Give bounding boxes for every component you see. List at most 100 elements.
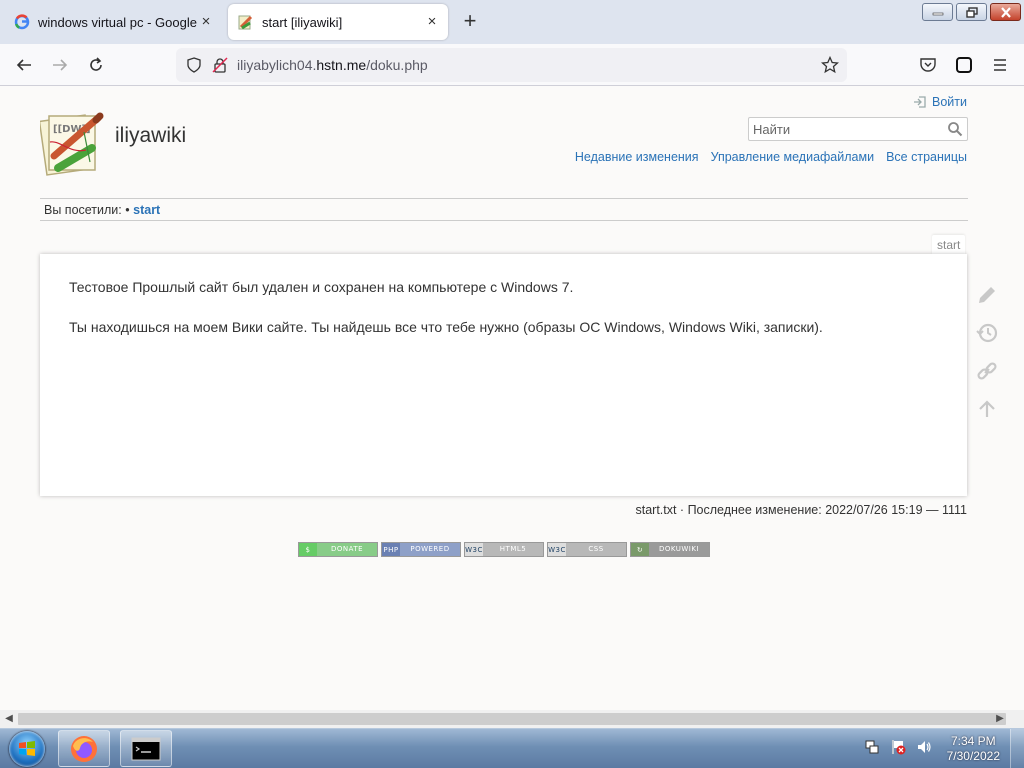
- pencil-icon: [979, 287, 995, 303]
- pocket-icon: [920, 58, 936, 72]
- url-text: iliyabylich04.hstn.me/doku.php: [237, 57, 428, 73]
- breadcrumb-separator: •: [125, 203, 130, 217]
- badge-label: POWERED: [400, 543, 460, 556]
- taskbar-command-prompt[interactable]: [120, 730, 172, 767]
- windows-start-orb: [9, 731, 45, 767]
- dokuwiki-badge[interactable]: ↻ DOKUWIKI: [630, 542, 710, 557]
- reload-button[interactable]: [84, 53, 108, 77]
- action-center-flag-icon[interactable]: [890, 739, 906, 755]
- menu-button[interactable]: [988, 53, 1012, 77]
- forward-button[interactable]: [48, 53, 72, 77]
- start-button[interactable]: [2, 730, 52, 768]
- network-icon[interactable]: [864, 739, 880, 755]
- login-icon: [914, 96, 926, 108]
- dokuwiki-logo[interactable]: [[DW]]: [40, 110, 106, 178]
- system-clock[interactable]: 7:34 PM 7/30/2022: [947, 734, 1000, 764]
- system-tray: [864, 739, 932, 755]
- tab-iliyawiki[interactable]: start [iliyawiki] ×: [228, 4, 448, 40]
- horizontal-scrollbar[interactable]: ◀ ▶: [0, 710, 1024, 728]
- wiki-page: Войти [[DW]] iliyawiki Недавние изменени…: [0, 86, 1024, 710]
- restore-button[interactable]: [956, 3, 987, 21]
- history-icon: [976, 323, 998, 343]
- page-content: Тестовое Прошлый сайт был удален и сохра…: [40, 254, 967, 496]
- url-host: hstn.me: [316, 57, 367, 73]
- edit-page-button[interactable]: [974, 282, 1000, 308]
- search-box: [748, 117, 968, 141]
- insecure-lock-icon[interactable]: [212, 57, 228, 73]
- badge-label: DONATE: [317, 543, 377, 556]
- php-icon: PHP: [382, 543, 400, 556]
- dollar-icon: $: [299, 543, 317, 556]
- windows-logo-icon: [19, 741, 35, 756]
- minimize-button[interactable]: [922, 3, 953, 21]
- google-icon: [14, 14, 30, 30]
- back-button[interactable]: [12, 53, 36, 77]
- taskbar-firefox[interactable]: [58, 730, 110, 767]
- close-window-button[interactable]: [990, 3, 1021, 21]
- url-path: /doku.php: [366, 57, 428, 73]
- url-prefix: iliyabylich04.: [237, 57, 317, 73]
- w3c-icon: W3C: [548, 543, 566, 556]
- badge-label: CSS: [566, 543, 626, 556]
- reload-icon: [90, 57, 102, 71]
- sitemap-link[interactable]: Все страницы: [886, 150, 967, 164]
- browser-toolbar: iliyabylich04.hstn.me/doku.php: [0, 44, 1024, 86]
- account-button[interactable]: [952, 53, 976, 77]
- breadcrumb-label: Вы посетили:: [44, 203, 122, 217]
- login-link[interactable]: Войти: [913, 95, 967, 109]
- back-to-top-button[interactable]: [974, 396, 1000, 422]
- css-badge[interactable]: W3C CSS: [547, 542, 627, 557]
- restore-icon: [965, 6, 978, 18]
- tab-close-icon[interactable]: ×: [198, 14, 214, 30]
- content-paragraph: Тестовое Прошлый сайт был удален и сохра…: [69, 279, 574, 295]
- php-badge[interactable]: PHP POWERED: [381, 542, 461, 557]
- login-label: Войти: [932, 95, 967, 109]
- scroll-left-icon[interactable]: ◀: [3, 713, 15, 725]
- footer-badges: $ DONATE PHP POWERED W3C HTML5 W3C CSS ↻…: [298, 542, 710, 557]
- page-tools: [974, 282, 1000, 434]
- address-bar[interactable]: iliyabylich04.hstn.me/doku.php: [176, 48, 847, 82]
- new-tab-button[interactable]: +: [458, 10, 482, 34]
- arrow-up-icon: [979, 400, 995, 417]
- recent-changes-link[interactable]: Недавние изменения: [575, 150, 699, 164]
- breadcrumb: Вы посетили: • start: [40, 198, 968, 221]
- tab-title: windows virtual pc - Google Search: [38, 14, 198, 30]
- volume-icon[interactable]: [916, 739, 932, 755]
- close-icon: [1000, 6, 1011, 18]
- top-navigation: Недавние изменения Управление медиафайла…: [575, 150, 967, 164]
- pocket-button[interactable]: [916, 53, 940, 77]
- scrollbar-thumb[interactable]: [18, 713, 1006, 725]
- doc-info: start.txt · Последнее изменение: 2022/07…: [635, 503, 967, 517]
- back-arrow-icon: [16, 59, 31, 71]
- html5-badge[interactable]: W3C HTML5: [464, 542, 544, 557]
- browser-tab-strip: windows virtual pc - Google Search × sta…: [0, 0, 1024, 44]
- media-manager-link[interactable]: Управление медиафайлами: [711, 150, 875, 164]
- tab-close-icon[interactable]: ×: [424, 14, 440, 30]
- tab-title: start [iliyawiki]: [262, 14, 343, 30]
- clock-date: 7/30/2022: [946, 749, 1000, 763]
- firefox-icon: [71, 735, 97, 762]
- shield-icon[interactable]: [186, 57, 202, 73]
- content-paragraph: Ты находишься на моем Вики сайте. Ты най…: [69, 319, 823, 335]
- scroll-right-icon[interactable]: ▶: [994, 713, 1006, 725]
- command-prompt-icon: [131, 737, 161, 760]
- clock-time: 7:34 PM: [950, 734, 996, 748]
- badge-label: DOKUWIKI: [649, 543, 709, 556]
- hamburger-menu-icon: [994, 59, 1006, 71]
- bookmark-star-icon[interactable]: [821, 56, 839, 74]
- search-input[interactable]: [749, 118, 939, 140]
- link-icon: [977, 362, 997, 380]
- tab-google-search[interactable]: windows virtual pc - Google Search ×: [4, 4, 222, 40]
- window-controls: [922, 3, 1021, 21]
- old-revisions-button[interactable]: [974, 320, 1000, 346]
- wiki-title[interactable]: iliyawiki: [115, 124, 186, 148]
- dokuwiki-icon: ↻: [631, 543, 649, 556]
- square-icon: [956, 57, 972, 73]
- show-desktop-button[interactable]: [1010, 729, 1024, 768]
- search-icon[interactable]: [947, 121, 963, 137]
- breadcrumb-item-start[interactable]: start: [133, 203, 160, 217]
- donate-badge[interactable]: $ DONATE: [298, 542, 378, 557]
- page-id-tag: start: [932, 235, 966, 255]
- backlinks-button[interactable]: [974, 358, 1000, 384]
- dokuwiki-icon: [238, 15, 253, 30]
